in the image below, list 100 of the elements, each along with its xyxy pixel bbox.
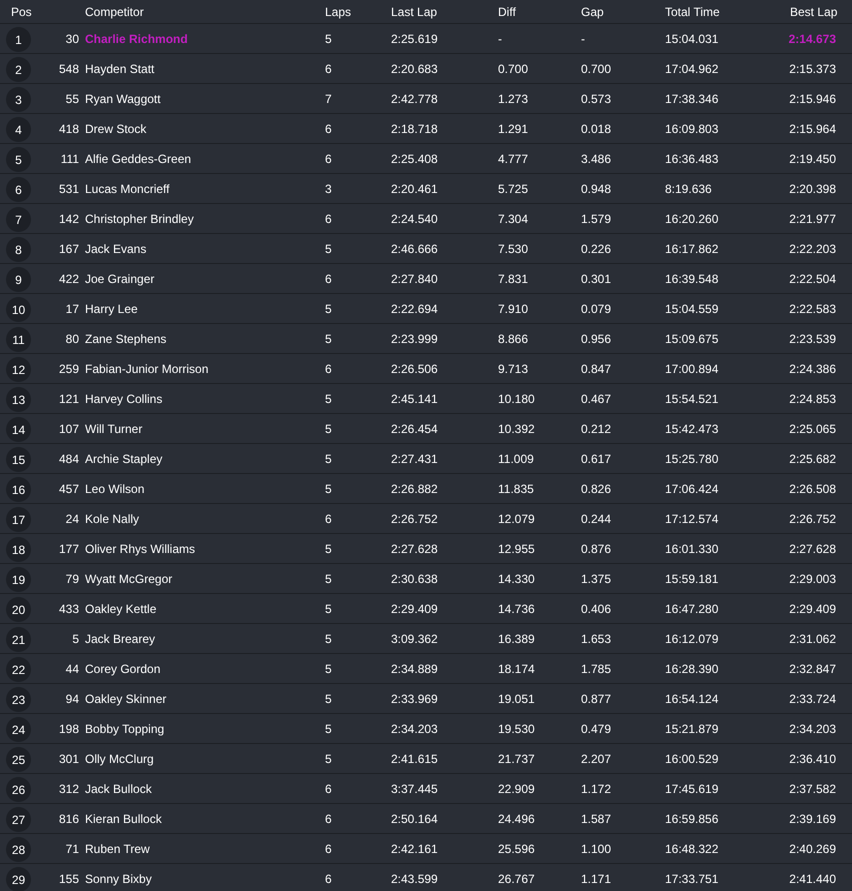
gap-cell-text: 0.212 xyxy=(581,420,612,438)
best-lap-cell-text: 2:34.203 xyxy=(788,720,836,738)
competitor-name: Bobby Topping xyxy=(85,720,164,738)
column-header: Pos xyxy=(11,4,32,20)
race-number: 111 xyxy=(60,150,79,168)
last-lap-cell-text: 2:24.540 xyxy=(391,210,438,228)
competitor-name: Oliver Rhys Williams xyxy=(85,540,196,558)
position-badge: 24 xyxy=(6,717,31,742)
laps-cell-text: 5 xyxy=(325,660,332,678)
column-header: Gap xyxy=(581,4,604,20)
laps-cell-text: 6 xyxy=(325,60,332,78)
last-lap-cell-text: 2:50.164 xyxy=(391,810,438,828)
laps-cell-text: 5 xyxy=(325,600,332,618)
last-lap-cell-text: 2:34.203 xyxy=(391,720,438,738)
last-lap-cell-text: 2:29.409 xyxy=(391,600,438,618)
best-lap-cell-text: 2:31.062 xyxy=(788,630,836,648)
position-badge: 2 xyxy=(6,57,31,82)
diff-cell-text: 16.389 xyxy=(498,630,535,648)
competitor-name: Kole Nally xyxy=(85,510,140,528)
position-badge: 5 xyxy=(6,147,31,172)
last-lap-cell-text: 2:23.999 xyxy=(391,330,438,348)
competitor-name: Hayden Statt xyxy=(85,60,154,78)
best-lap-cell-text: 2:41.440 xyxy=(788,870,836,888)
diff-cell-text: 1.273 xyxy=(498,90,528,108)
gap-cell-text: 0.877 xyxy=(581,690,612,708)
total-time-cell-text: 16:09.803 xyxy=(665,120,718,138)
diff-cell-text: 18.174 xyxy=(498,660,535,678)
total-time-cell-text: 16:36.483 xyxy=(665,150,718,168)
best-lap-cell-text: 2:15.373 xyxy=(788,60,836,78)
total-time-cell-text: 16:47.280 xyxy=(665,600,718,618)
diff-cell-text: 7.910 xyxy=(498,300,528,318)
diff-cell-text: 12.955 xyxy=(498,540,535,558)
gap-cell-text: 1.172 xyxy=(581,780,612,798)
competitor-name: Harvey Collins xyxy=(85,390,162,408)
diff-cell-text: 5.725 xyxy=(498,180,528,198)
race-number: 177 xyxy=(58,540,79,558)
last-lap-cell-text: 2:20.461 xyxy=(391,180,438,198)
total-time-cell-text: 17:38.346 xyxy=(665,90,718,108)
laps-cell-text: 5 xyxy=(325,690,332,708)
gap-cell-text: 1.375 xyxy=(581,570,612,588)
total-time-cell-text: 17:04.962 xyxy=(665,60,718,78)
competitor-name: Jack Evans xyxy=(85,240,146,258)
best-lap-cell-text: 2:33.724 xyxy=(788,690,836,708)
race-number: 259 xyxy=(58,360,79,378)
position-badge: 20 xyxy=(6,597,31,622)
position-badge: 18 xyxy=(6,537,31,562)
competitor-name: Alfie Geddes-Green xyxy=(85,150,192,168)
gap-cell-text: 1.653 xyxy=(581,630,612,648)
diff-cell-text: 19.530 xyxy=(498,720,535,738)
total-time-cell-text: 16:59.856 xyxy=(665,810,718,828)
race-number: 548 xyxy=(58,60,79,78)
gap-cell-text: 0.301 xyxy=(581,270,612,288)
best-lap-cell-text: 2:32.847 xyxy=(788,660,836,678)
total-time-cell-text: 16:17.862 xyxy=(665,240,718,258)
diff-cell-text: 10.180 xyxy=(498,390,535,408)
position-badge: 9 xyxy=(6,267,31,292)
laps-cell-text: 6 xyxy=(325,840,332,858)
diff-cell-text: 11.835 xyxy=(498,480,534,498)
competitor-name: Wyatt McGregor xyxy=(85,570,172,588)
race-number: 80 xyxy=(64,330,79,348)
column-header: Last Lap xyxy=(391,4,438,20)
race-number: 79 xyxy=(64,570,79,588)
last-lap-cell-text: 2:34.889 xyxy=(391,660,438,678)
best-lap-cell-text: 2:24.853 xyxy=(788,390,836,408)
gap-cell-text: 0.018 xyxy=(581,120,612,138)
last-lap-cell-text: 2:30.638 xyxy=(391,570,438,588)
race-number: 422 xyxy=(58,270,79,288)
laps-cell-text: 5 xyxy=(325,720,332,738)
competitor-name: Drew Stock xyxy=(85,120,146,138)
position-badge: 1 xyxy=(6,27,31,52)
competitor-name: Kieran Bullock xyxy=(85,810,162,828)
position-badge: 23 xyxy=(6,687,31,712)
competitor-name: Christopher Brindley xyxy=(85,210,194,228)
position-badge: 10 xyxy=(6,297,31,322)
race-number: 531 xyxy=(58,180,79,198)
position-badge: 7 xyxy=(6,207,31,232)
best-lap-cell-text: 2:15.964 xyxy=(788,120,836,138)
diff-cell-text: 8.866 xyxy=(498,330,528,348)
position-badge: 11 xyxy=(6,327,31,352)
diff-cell-text: 7.530 xyxy=(498,240,528,258)
diff-cell-text: 21.737 xyxy=(498,750,535,768)
position-badge: 14 xyxy=(6,417,31,442)
race-number: 24 xyxy=(64,510,79,528)
column-header: Laps xyxy=(325,4,352,20)
race-number: 484 xyxy=(58,450,79,468)
gap-cell-text: 0.700 xyxy=(581,60,612,78)
gap-cell-text: 0.406 xyxy=(581,600,612,618)
race-number: 198 xyxy=(58,720,79,738)
total-time-cell-text: 15:59.181 xyxy=(665,570,718,588)
race-number: 17 xyxy=(64,300,79,318)
diff-cell-text: 26.767 xyxy=(498,870,535,888)
last-lap-cell-text: 2:27.840 xyxy=(391,270,438,288)
position-badge: 8 xyxy=(6,237,31,262)
race-number: 418 xyxy=(58,120,79,138)
gap-cell-text: 0.948 xyxy=(581,180,612,198)
laps-cell-text: 6 xyxy=(325,510,332,528)
gap-cell-text: 0.847 xyxy=(581,360,612,378)
best-lap-cell-text: 2:23.539 xyxy=(788,330,836,348)
competitor-name: Harry Lee xyxy=(85,300,138,318)
diff-cell-text: 12.079 xyxy=(498,510,535,528)
